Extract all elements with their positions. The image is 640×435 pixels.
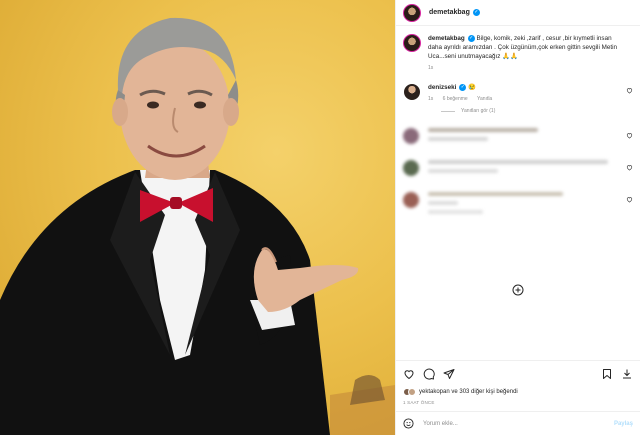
comment-icon[interactable] [423, 368, 435, 380]
reply-button[interactable]: Yanıtla [477, 96, 492, 102]
verified-badge-icon: ✓ [472, 9, 480, 16]
plus-circle-icon[interactable] [512, 284, 524, 296]
blurred-comment [403, 128, 633, 146]
post-time: 1 SAAT ÖNCE [403, 400, 435, 405]
post-photo-illustration [0, 17, 395, 435]
post-photo[interactable] [0, 0, 395, 435]
comment-likes[interactable]: 6 beğenme [443, 96, 468, 102]
heart-icon[interactable] [626, 87, 633, 94]
caption-avatar[interactable] [403, 34, 421, 52]
caption: demetakbag ✓ Bilge, komik, zeki ,zarif , … [403, 34, 633, 73]
emoji-icon[interactable] [403, 418, 414, 429]
post-comment-button[interactable]: Paylaş [614, 421, 633, 427]
caption-time: 1s [428, 65, 434, 71]
comment-text: 😢 [468, 84, 476, 91]
blurred-avatar [403, 192, 419, 208]
comment-time: 1s [428, 96, 434, 102]
bookmark-icon[interactable] [601, 368, 613, 380]
post-viewer: demetakbag ✓ demetakbag ✓ Bilge, komik, z… [0, 0, 640, 435]
share-icon[interactable] [443, 368, 455, 380]
verified-badge-icon: ✓ [459, 83, 467, 91]
author-avatar[interactable] [403, 3, 421, 22]
likes-summary[interactable]: yektakopan ve 303 diğer kişi beğendi [403, 388, 633, 396]
author-username[interactable]: demetakbag [429, 9, 470, 16]
post-sidebar: demetakbag ✓ demetakbag ✓ Bilge, komik, z… [395, 0, 640, 435]
heart-icon[interactable] [626, 196, 633, 203]
comment-input[interactable]: Yorum ekle... [423, 421, 614, 427]
add-comment-bar: Yorum ekle... Paylaş [396, 411, 640, 435]
blurred-comment [403, 160, 633, 178]
liker-avatar [408, 388, 416, 396]
see-replies-button[interactable]: Yanıtları gör (1) [441, 108, 633, 114]
heart-icon[interactable] [626, 164, 633, 171]
heart-icon[interactable] [626, 132, 633, 139]
download-icon[interactable] [621, 368, 633, 380]
verified-badge-icon: ✓ [467, 34, 475, 42]
post-header: demetakbag ✓ [396, 0, 640, 26]
caption-author[interactable]: demetakbag [428, 35, 465, 42]
blurred-avatar [403, 160, 419, 176]
comment-item: denizseki ✓ 😢 1s 6 beğenme Yanıtla [403, 83, 633, 104]
post-actions: yektakopan ve 303 diğer kişi beğendi 1 S… [396, 360, 640, 405]
comment-author[interactable]: denizseki [428, 84, 456, 91]
heart-icon[interactable] [403, 368, 415, 380]
likes-text: yektakopan ve 303 diğer kişi beğendi [419, 389, 518, 395]
blurred-comment [403, 192, 633, 219]
blurred-avatar [403, 128, 419, 144]
comments-section: demetakbag ✓ Bilge, komik, zeki ,zarif , … [396, 26, 640, 360]
comment-avatar[interactable] [403, 83, 421, 101]
